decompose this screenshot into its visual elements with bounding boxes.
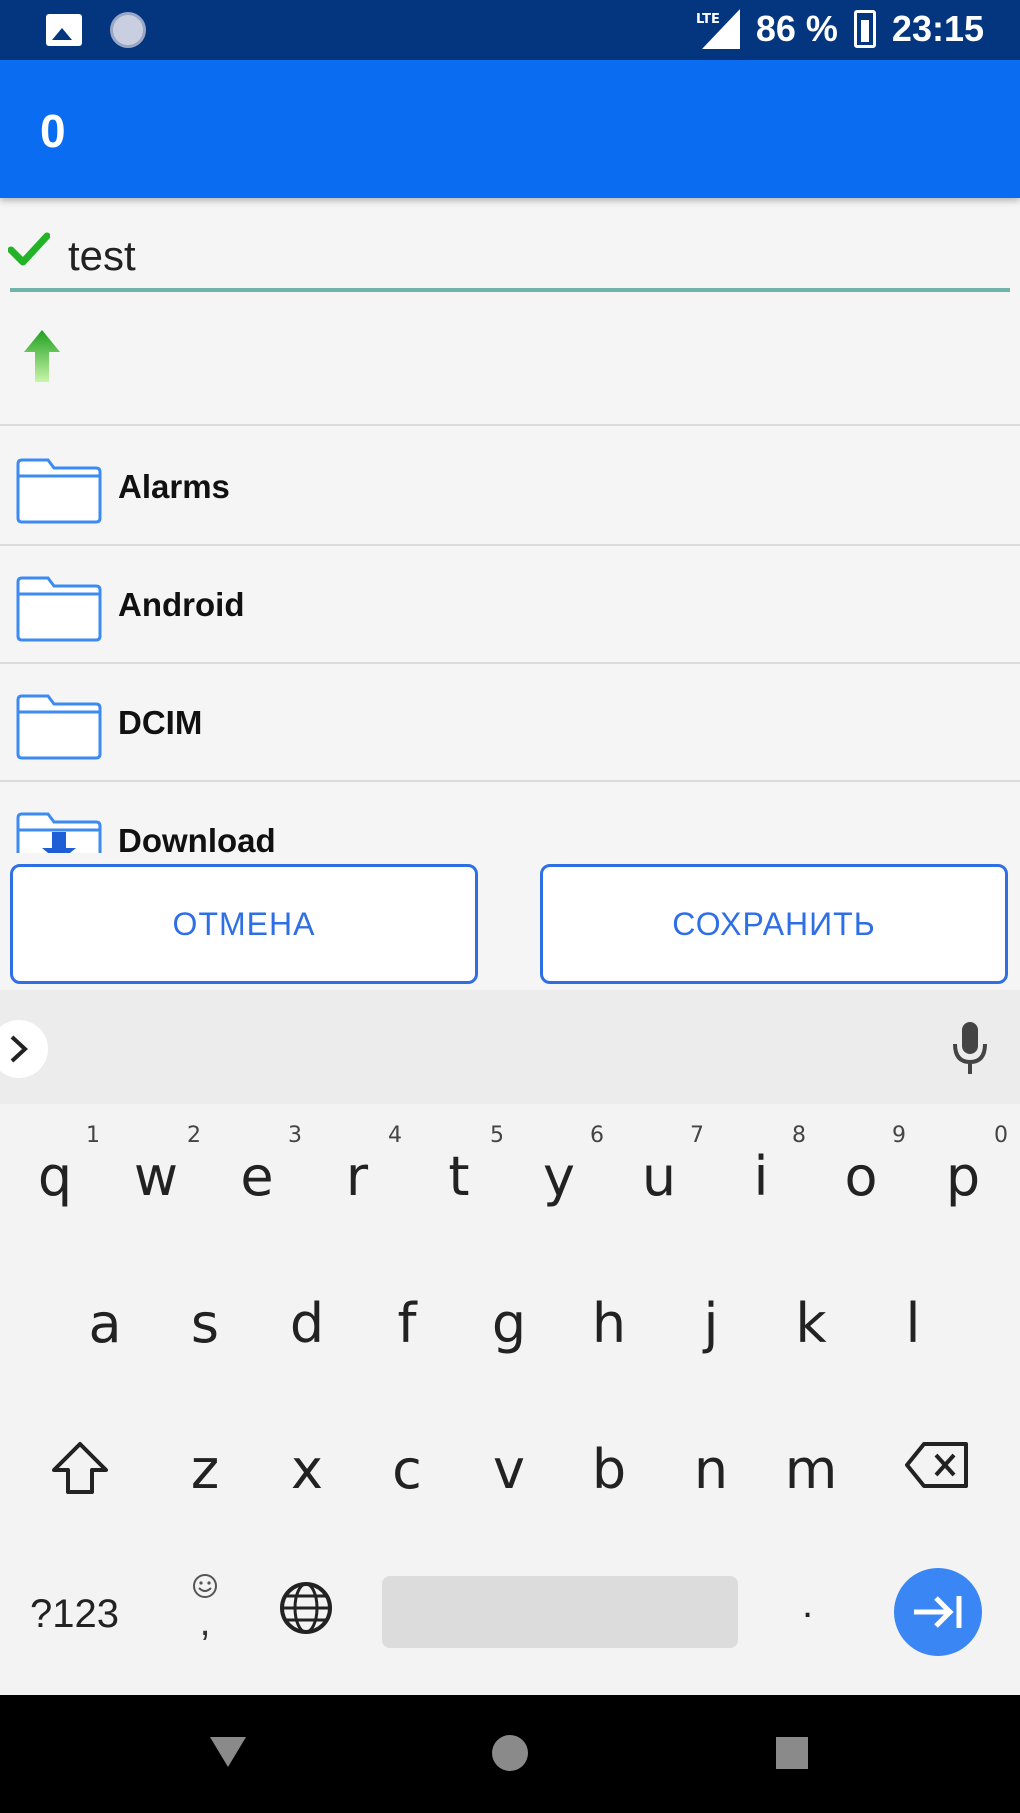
arrow-up-icon[interactable]: [22, 328, 62, 384]
space-bar[interactable]: [382, 1576, 738, 1648]
lte-signal-icon: LTE: [696, 9, 740, 49]
on-screen-keyboard: q1 w2 e3 r4 t5 y6 u7 i8 o9 p0 a s d f g …: [0, 990, 1020, 1695]
key-a[interactable]: a: [60, 1292, 150, 1355]
folder-label: DCIM: [118, 704, 203, 741]
symbols-key[interactable]: ?123: [30, 1592, 119, 1637]
key-s[interactable]: s: [160, 1292, 250, 1355]
key-g[interactable]: g: [464, 1292, 554, 1355]
input-underline: [10, 288, 1010, 292]
key-b[interactable]: b: [564, 1438, 654, 1501]
image-notification-icon: [46, 14, 82, 46]
key-c[interactable]: c: [362, 1438, 452, 1501]
comma-label: ,: [199, 1600, 211, 1644]
microphone-icon[interactable]: [950, 1020, 990, 1076]
download-folder-icon: [16, 812, 102, 853]
expand-toolbar-button[interactable]: [0, 1020, 48, 1078]
folder-icon: [16, 458, 102, 524]
key-u[interactable]: u7: [614, 1123, 704, 1208]
battery-percent: 86 %: [755, 8, 838, 49]
folder-item-dcim[interactable]: DCIM: [0, 664, 1020, 782]
battery-icon: [853, 10, 876, 48]
period-key[interactable]: .: [802, 1582, 813, 1627]
key-e[interactable]: e3: [212, 1123, 302, 1208]
check-icon: [8, 232, 50, 266]
parent-directory-row[interactable]: [0, 310, 1020, 426]
file-name-input[interactable]: test: [68, 232, 136, 280]
app-bar: 0: [0, 60, 1020, 198]
status-bar: LTE 86 % 23:15: [0, 0, 1020, 60]
key-y[interactable]: y6: [514, 1123, 604, 1208]
key-o[interactable]: o9: [816, 1123, 906, 1208]
key-h[interactable]: h: [564, 1292, 654, 1355]
recents-square-icon[interactable]: [776, 1737, 808, 1769]
key-i[interactable]: i8: [716, 1123, 806, 1208]
folder-item-download[interactable]: Download: [0, 782, 1020, 853]
folder-label: Download: [118, 822, 276, 853]
network-type: LTE: [696, 12, 720, 27]
key-f[interactable]: f: [362, 1292, 452, 1355]
folder-label: Alarms: [118, 468, 230, 505]
globe-icon[interactable]: [278, 1580, 334, 1636]
keyboard-toolbar: [0, 990, 1020, 1104]
key-k[interactable]: k: [766, 1292, 856, 1355]
back-triangle-icon[interactable]: [210, 1737, 246, 1769]
key-q[interactable]: q1: [10, 1123, 100, 1208]
key-m[interactable]: m: [766, 1438, 856, 1501]
save-button[interactable]: СОХРАНИТЬ: [540, 864, 1008, 984]
shift-icon[interactable]: [50, 1440, 110, 1496]
clock: 23:15: [891, 8, 984, 49]
folder-list[interactable]: Alarms Android DCIM Download: [0, 428, 1020, 853]
folder-item-android[interactable]: Android: [0, 546, 1020, 664]
emoji-comma-key[interactable]: ,: [190, 1568, 220, 1644]
page-title: 0: [40, 105, 66, 157]
key-x[interactable]: x: [262, 1438, 352, 1501]
folder-icon: [16, 576, 102, 642]
system-navigation-bar: [0, 1695, 1020, 1813]
key-l[interactable]: l: [868, 1292, 958, 1355]
cancel-button[interactable]: ОТМЕНА: [10, 864, 478, 984]
key-r[interactable]: r4: [312, 1123, 402, 1208]
key-p[interactable]: p0: [918, 1123, 1008, 1208]
file-name-field[interactable]: test: [0, 210, 1020, 298]
key-d[interactable]: d: [262, 1292, 352, 1355]
key-z[interactable]: z: [160, 1438, 250, 1501]
folder-label: Android: [118, 586, 245, 623]
folder-item-alarms[interactable]: Alarms: [0, 428, 1020, 546]
emoji-icon: [193, 1574, 217, 1598]
home-circle-icon[interactable]: [492, 1735, 528, 1771]
key-v[interactable]: v: [464, 1438, 554, 1501]
key-j[interactable]: j: [666, 1292, 756, 1355]
key-w[interactable]: w2: [111, 1123, 201, 1208]
backspace-icon[interactable]: [904, 1440, 970, 1490]
key-n[interactable]: n: [666, 1438, 756, 1501]
app-notification-icon: [110, 12, 146, 48]
key-t[interactable]: t5: [414, 1123, 504, 1208]
folder-icon: [16, 694, 102, 760]
enter-key[interactable]: [894, 1568, 982, 1656]
chevron-right-icon: [10, 1035, 28, 1063]
next-arrow-icon: [914, 1596, 962, 1628]
